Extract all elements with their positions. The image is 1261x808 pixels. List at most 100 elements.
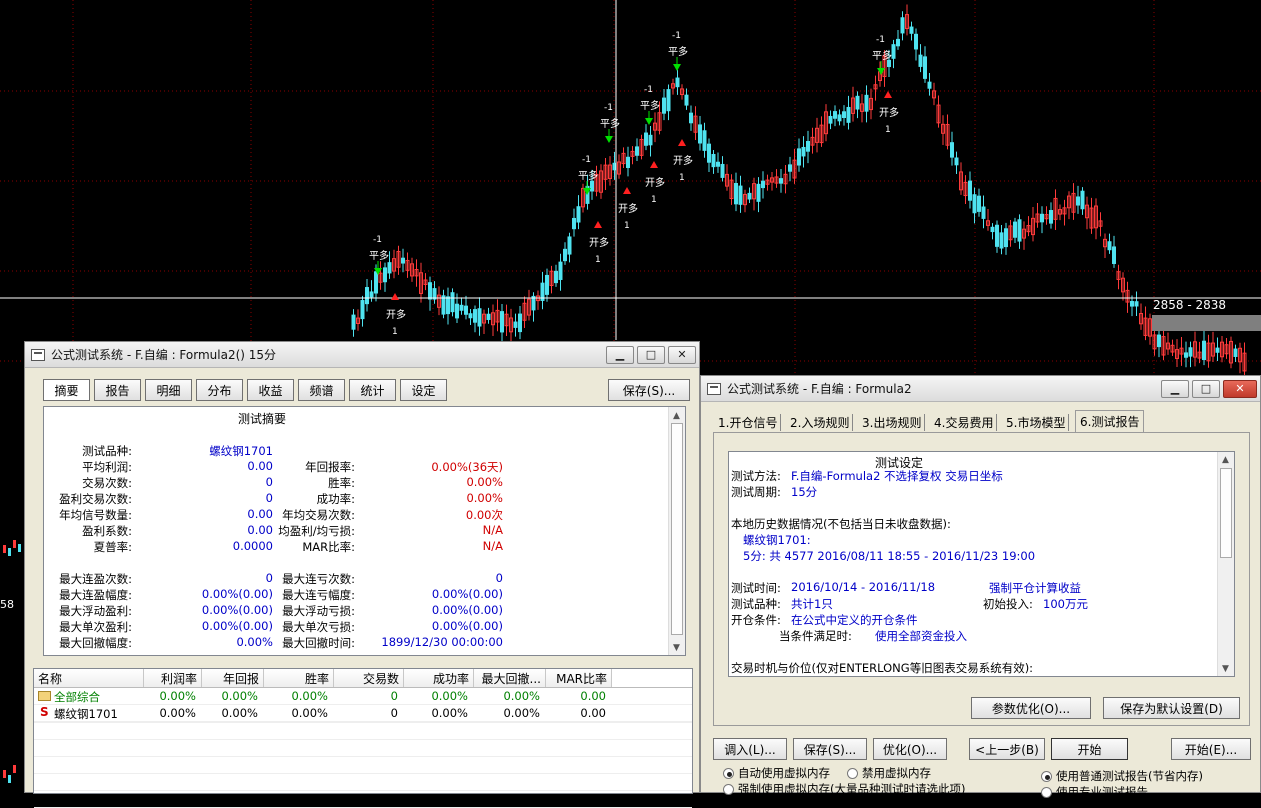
column-header[interactable]: 利润率 [144,669,202,687]
table-cell: 0.00% [431,689,468,703]
candle-body [855,95,860,110]
left-window-titlebar[interactable]: 公式测试系统 - F.自编 : Formula2() 15分 ▁ □ ✕ [25,342,699,368]
candle-body [387,262,392,274]
candle-body [662,97,666,114]
optimize-button[interactable]: 优化(O)... [873,738,947,760]
minimize-button[interactable]: ▁ [606,345,634,364]
candle-body [999,232,1004,249]
candle-body [918,54,923,67]
parameter-optimize-button[interactable]: 参数优化(O)... [971,697,1091,719]
load-button[interactable]: 调入(L)... [713,738,787,760]
report-line-value: 螺纹钢1701: [743,533,811,547]
tab-spectrum[interactable]: 频谱 [298,379,345,401]
column-header[interactable]: 最大回撤... [474,669,546,687]
table-row[interactable]: 螺纹钢1701 0.00% 0.00% 0.00% 0 0.00% 0.00% 0.00 S [34,705,692,722]
column-header[interactable]: 年回报 [202,669,264,687]
tab-distribution[interactable]: 分布 [196,379,243,401]
tab-detail[interactable]: 明细 [145,379,192,401]
start-e-button[interactable]: 开始(E)... [1171,738,1251,760]
candle-body [644,132,648,146]
summary-label: 均盈利/均亏损: [278,524,355,538]
summary-value: 0 [265,491,273,505]
summary-label: 夏普率: [93,540,132,554]
summary-value: 0.00%(0.00) [431,587,503,601]
radio-pro-report[interactable]: 使用专业测试报告 [1041,784,1148,800]
column-header[interactable]: 名称 [34,669,144,687]
tab-5[interactable]: 5.市场模型 [1003,414,1070,431]
table-cell-name: 全部综合 [54,690,100,704]
folder-icon [38,691,51,701]
tab-settings[interactable]: 设定 [400,379,447,401]
candle-body [666,89,671,112]
column-header[interactable]: MAR比率 [546,669,612,687]
tab-profit[interactable]: 收益 [247,379,294,401]
candle-body [716,161,720,167]
radio-force-virtual-memory[interactable]: 强制使用虚拟内存(大量品种测试时请选此项) [723,781,965,797]
candle-body [747,192,752,200]
save-button[interactable]: 保存(S)... [608,379,690,401]
candle-body [1107,241,1112,251]
previous-step-button[interactable]: <上一步(B) [969,738,1045,760]
summary-label: 最大连亏次数: [282,572,355,586]
summary-scrollbar[interactable]: ▲ ▼ [668,407,685,655]
tab-4[interactable]: 4.交易费用 [931,414,998,431]
close-button[interactable]: ✕ [1223,379,1257,398]
radio-disable-virtual-memory[interactable]: 禁用虚拟内存 [847,765,931,781]
table-row[interactable]: 全部综合 0.00% 0.00% 0.00% 0 0.00% 0.00% 0.00 [34,688,692,705]
summary-value: 0.00%(0.00) [431,619,503,633]
tab-summary[interactable]: 摘要 [43,379,90,401]
tab-2[interactable]: 2.入场规则 [787,414,854,431]
candle-body [1017,219,1022,242]
table-cell: 0.00 [580,689,606,703]
column-header[interactable]: 成功率 [404,669,474,687]
minimize-button[interactable]: ▁ [1161,379,1189,398]
summary-label: 最大回撤时间: [282,636,355,650]
right-window-titlebar[interactable]: 公式测试系统 - F.自编 : Formula2 ▁ □ ✕ [701,376,1260,402]
report-line-value: 在公式中定义的开仓条件 [791,613,918,627]
candle-body [801,146,806,157]
signal-action-label: 平多 [578,169,598,182]
results-table: 名称 利润率 年回报 胜率 交易数 成功率 最大回撤... MAR比率 全部综合 0.00% 0.… [33,668,693,808]
sell-arrow-icon [605,136,613,143]
table-cell: 0.00 [580,706,606,720]
start-button[interactable]: 开始 [1051,738,1128,760]
sell-arrow-icon [673,64,681,71]
summary-value: 0.00% [466,491,503,505]
candle-body [864,94,869,112]
candle-body [806,141,810,152]
report-line-label: 测试方法: [731,469,781,483]
candle-body [365,287,369,305]
summary-value: 1899/12/30 00:00:00 [381,635,503,649]
report-scrollbar[interactable]: ▲ ▼ [1217,452,1234,676]
summary-value: 0 [265,571,273,585]
tab-statistics[interactable]: 统计 [349,379,396,401]
save-button[interactable]: 保存(S)... [793,738,867,760]
column-header[interactable]: 交易数 [334,669,404,687]
signal-action-label: 平多 [640,99,660,112]
report-scroll-thumb[interactable] [1220,468,1232,558]
summary-label: 最大回撤幅度: [59,636,132,650]
column-header[interactable]: 胜率 [264,669,334,687]
report-line-value: 强制平仓计算收益 [989,581,1081,595]
maximize-button[interactable]: □ [1192,379,1220,398]
save-default-button[interactable]: 保存为默认设置(D) [1103,697,1240,719]
tab-3[interactable]: 3.出场规则 [859,414,926,431]
entry-action-label: 开多 [386,308,406,321]
candle-body [351,314,356,330]
summary-scroll-thumb[interactable] [671,423,683,635]
summary-value: 0.00 [247,507,273,521]
radio-normal-report[interactable]: 使用普通测试报告(节省内存) [1041,768,1203,784]
signal-count-label: -1 [876,35,885,45]
summary-value: 0.00%(0.00) [201,619,273,633]
tab-6[interactable]: 6.测试报告 [1075,410,1145,432]
report-panel: 测试设定 测试方法: F.自编-Formula2 不选择复权 交易日坐标 测试周期:… [728,451,1235,677]
maximize-button[interactable]: □ [637,345,665,364]
tab-report[interactable]: 报告 [94,379,141,401]
summary-title: 测试摘要 [238,412,287,426]
summary-value: 0.00% [236,635,273,649]
tab-1[interactable]: 1.开仓信号 [715,414,782,431]
close-button[interactable]: ✕ [668,345,696,364]
summary-label: MAR比率: [302,540,355,554]
candle-body [788,164,792,172]
radio-auto-virtual-memory[interactable]: 自动使用虚拟内存 [723,765,830,781]
